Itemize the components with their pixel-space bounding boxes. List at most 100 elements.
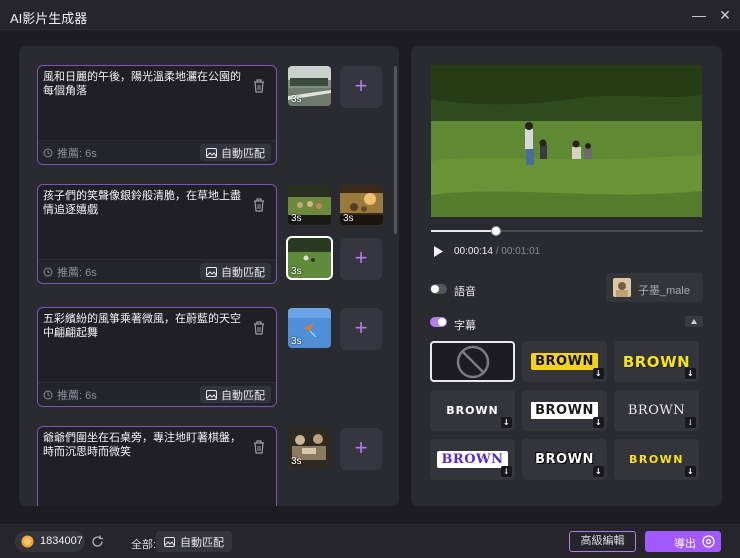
image-match-icon <box>206 389 217 400</box>
clip-duration: 3s <box>291 336 302 347</box>
scene-text[interactable]: 五彩繽紛的風箏乘著微風，在蔚藍的天空中翩翩起舞 <box>43 312 247 340</box>
style-preview-text: BROWN <box>446 404 499 417</box>
clip-thumbnail-selected[interactable]: 3s <box>286 236 333 280</box>
voice-name: 子墨_male <box>638 285 690 297</box>
export-label: 導出 <box>674 538 696 550</box>
play-icon[interactable] <box>434 246 443 257</box>
voice-toggle[interactable] <box>430 284 447 294</box>
download-icon: ↓ <box>501 466 512 477</box>
trash-icon[interactable] <box>252 320 266 336</box>
auto-match-button[interactable]: 自動匹配 <box>200 263 271 280</box>
scene-list-scrollbar[interactable] <box>394 66 397 234</box>
subtitle-style-yellow-box[interactable]: BROWN ↓ <box>522 341 607 382</box>
credits-badge: 1834007 <box>15 531 85 552</box>
subtitle-style-purple-box[interactable]: BROWN ↓ <box>430 439 515 480</box>
clip-thumbnail[interactable]: 3s <box>288 428 331 468</box>
style-preview-text: BROWN <box>628 453 685 466</box>
subtitle-style-serif[interactable]: BROWN ↓ <box>614 390 699 431</box>
download-icon: ↓ <box>685 466 696 477</box>
download-icon: ↓ <box>685 417 696 428</box>
subtitle-style-white-bold[interactable]: BROWN ↓ <box>430 390 515 431</box>
clock-icon <box>43 267 53 277</box>
subtitle-style-yellow-wide[interactable]: BROWN ↓ <box>614 439 699 480</box>
clock-icon <box>43 148 53 158</box>
voice-selector[interactable]: 子墨_male <box>606 273 703 302</box>
auto-match-label: 自動匹配 <box>221 389 265 402</box>
add-clip-button[interactable]: + <box>340 428 382 470</box>
video-preview[interactable] <box>431 65 702 217</box>
total-time: 00:01:01 <box>501 246 541 257</box>
voice-avatar <box>613 278 631 297</box>
chevron-up-icon <box>691 319 697 324</box>
scene-footer: 推薦: 6s 自動匹配 <box>38 382 276 406</box>
subtitle-style-none[interactable] <box>430 341 515 382</box>
refresh-icon[interactable] <box>91 535 104 548</box>
scene-card-1[interactable]: 風和日麗的午後，陽光溫柔地灑在公園的每個角落 推薦: 6s 自動匹配 <box>37 65 277 165</box>
scene-card-2[interactable]: 孩子們的笑聲像銀鈴般清脆，在草地上盡情追逐嬉戲 推薦: 6s 自動匹配 <box>37 184 277 284</box>
clip-thumbnail[interactable]: 3s <box>288 308 331 348</box>
trash-icon[interactable] <box>252 78 266 94</box>
image-match-icon <box>164 536 175 547</box>
style-preview-text: BROWN <box>437 451 508 468</box>
add-clip-button[interactable]: + <box>340 308 382 350</box>
clip-duration: 3s <box>291 456 302 467</box>
clip-duration: 3s <box>291 94 302 105</box>
scene-footer: 推薦: 6s 自動匹配 <box>38 140 276 164</box>
scene-card-3[interactable]: 五彩繽紛的風箏乘著微風，在蔚藍的天空中翩翩起舞 推薦: 6s 自動匹配 <box>37 307 277 407</box>
credits-count: 1834007 <box>40 535 83 547</box>
auto-match-label: 自動匹配 <box>221 266 265 279</box>
clip-thumbnail[interactable]: 3s <box>288 185 331 225</box>
minimize-button[interactable]: — <box>688 4 710 26</box>
clip-duration: 3s <box>343 213 354 224</box>
subtitle-style-yellow-bold[interactable]: BROWN ↓ <box>614 341 699 382</box>
download-icon: ↓ <box>685 368 696 379</box>
duration-text: 推薦: 6s <box>57 390 97 402</box>
scene-card-4[interactable]: 爺爺們圍坐在石桌旁，專注地盯著棋盤，時而沉思時而微笑 <box>37 426 277 506</box>
duration-hint: 推薦: 6s <box>43 264 97 280</box>
park-scene-image <box>431 65 702 217</box>
scene-text[interactable]: 風和日麗的午後，陽光溫柔地灑在公園的每個角落 <box>43 70 247 98</box>
playback-progress[interactable] <box>431 226 703 236</box>
clip-thumbnail[interactable]: 3s <box>340 185 383 225</box>
time-separator: / <box>495 246 499 257</box>
scene-text[interactable]: 孩子們的笑聲像銀鈴般清脆，在草地上盡情追逐嬉戲 <box>43 189 247 217</box>
style-preview-text: BROWN <box>627 403 686 418</box>
scene-footer: 推薦: 6s 自動匹配 <box>38 259 276 283</box>
close-button[interactable]: ✕ <box>714 4 736 26</box>
subtitle-style-outline[interactable]: BROWN ↓ <box>522 390 607 431</box>
add-clip-button[interactable]: + <box>340 238 382 280</box>
download-icon: ↓ <box>593 466 604 477</box>
duration-hint: 推薦: 6s <box>43 387 97 403</box>
collapse-button[interactable] <box>685 316 703 327</box>
download-icon: ↓ <box>593 417 604 428</box>
style-preview-text: BROWN <box>535 452 594 467</box>
image-match-icon <box>206 147 217 158</box>
no-style-icon <box>456 345 489 378</box>
advanced-edit-button[interactable]: 高級編輯 <box>569 531 636 552</box>
subtitle-toggle[interactable] <box>430 317 447 327</box>
bottom-bar: 1834007 全部: 自動匹配 高級編輯 導出 <box>0 524 740 558</box>
auto-match-button[interactable]: 自動匹配 <box>200 144 271 161</box>
coin-icon <box>21 535 34 548</box>
add-clip-button[interactable]: + <box>340 66 382 108</box>
advanced-edit-label: 高級編輯 <box>580 535 625 547</box>
image-match-icon <box>206 266 217 277</box>
subtitle-label: 字幕 <box>454 320 476 332</box>
clip-duration: 3s <box>291 266 302 277</box>
settings-icon[interactable] <box>702 535 715 548</box>
clip-thumbnail[interactable]: 3s <box>288 66 331 106</box>
auto-match-button[interactable]: 自動匹配 <box>200 386 271 403</box>
export-button[interactable]: 導出 <box>645 531 721 552</box>
voice-label: 語音 <box>454 286 476 298</box>
all-label: 全部: <box>131 539 157 551</box>
clip-duration: 3s <box>291 213 302 224</box>
trash-icon[interactable] <box>252 439 266 455</box>
auto-match-all-button[interactable]: 自動匹配 <box>156 531 232 552</box>
duration-text: 推薦: 6s <box>57 148 97 160</box>
current-time: 00:00:14 <box>454 246 493 257</box>
trash-icon[interactable] <box>252 197 266 213</box>
scene-text[interactable]: 爺爺們圍坐在石桌旁，專注地盯著棋盤，時而沉思時而微笑 <box>43 431 247 459</box>
clock-icon <box>43 390 53 400</box>
duration-text: 推薦: 6s <box>57 267 97 279</box>
subtitle-style-white-shadow[interactable]: BROWN ↓ <box>522 439 607 480</box>
